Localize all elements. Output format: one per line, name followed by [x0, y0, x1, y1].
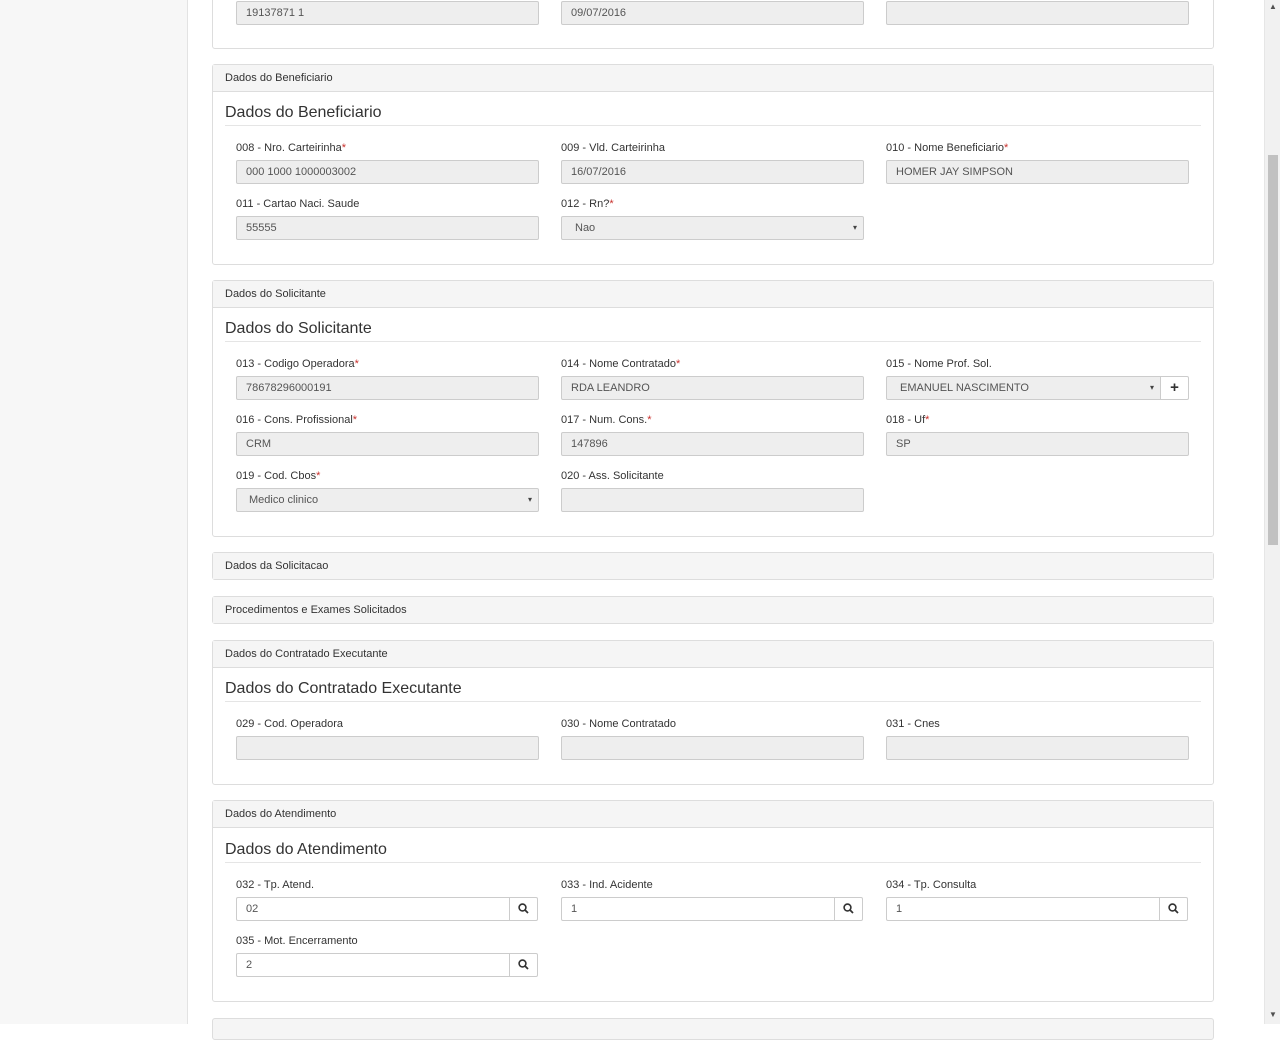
legend-atendimento: Dados do Atendimento	[225, 841, 1201, 863]
panel-next-partial	[212, 1018, 1214, 1040]
required-mark: *	[925, 414, 930, 426]
panel-heading-beneficiario[interactable]: Dados do Beneficiario	[213, 65, 1213, 92]
top-field-3[interactable]	[886, 1, 1189, 25]
label-rn: 012 - Rn?*	[561, 198, 614, 210]
label-validade: 009 - Vld. Carteirinha	[561, 142, 665, 154]
cbos-select-value: Medico clinico	[249, 494, 319, 506]
mot-encerramento-field[interactable]: 2	[236, 953, 510, 977]
plus-icon: +	[1170, 379, 1179, 396]
search-icon	[518, 959, 529, 970]
vertical-scrollbar[interactable]: ▲ ▼	[1264, 0, 1280, 1024]
panel-heading-solicitacao[interactable]: Dados da Solicitacao	[213, 553, 1213, 579]
label-cnes: 031 - Cnes	[886, 718, 940, 730]
label-carteirinha: 008 - Nro. Carteirinha*	[236, 142, 347, 154]
uf-field[interactable]: SP	[886, 432, 1189, 456]
panel-solicitacao: Dados da Solicitacao	[212, 552, 1214, 580]
cons-prof-field[interactable]: CRM	[236, 432, 539, 456]
label-tp-atend: 032 - Tp. Atend.	[236, 879, 315, 891]
label-uf: 018 - Uf*	[886, 414, 930, 426]
label-exec-nome-contratado: 030 - Nome Contratado	[561, 718, 676, 730]
legend-solicitante: Dados do Solicitante	[225, 320, 1201, 342]
prof-sol-select[interactable]: EMANUEL NASCIMENTO ▾	[886, 376, 1161, 400]
tp-atend-search-button[interactable]	[509, 897, 538, 921]
panel-heading-solicitante[interactable]: Dados do Solicitante	[213, 281, 1213, 308]
label-ass-solicitante: 020 - Ass. Solicitante	[561, 470, 664, 482]
panel-heading-atendimento[interactable]: Dados do Atendimento	[213, 801, 1213, 828]
cnes-field[interactable]	[886, 736, 1189, 760]
nome-beneficiario-field[interactable]: HOMER JAY SIMPSON	[886, 160, 1189, 184]
add-prof-sol-button[interactable]: +	[1160, 376, 1189, 400]
required-mark: *	[341, 142, 347, 154]
label-tp-consulta: 034 - Tp. Consulta	[886, 879, 977, 891]
label-nome-contratado: 014 - Nome Contratado*	[561, 358, 681, 370]
ass-solicitante-field[interactable]	[561, 488, 864, 512]
chevron-down-icon: ▾	[852, 223, 857, 232]
label-cons-prof: 016 - Cons. Profissional*	[236, 414, 358, 426]
sidebar	[0, 0, 188, 1024]
panel-procedimentos: Procedimentos e Exames Solicitados	[212, 596, 1214, 624]
scroll-up-icon[interactable]: ▲	[1265, 0, 1280, 14]
required-mark: *	[352, 414, 358, 426]
required-mark: *	[1004, 142, 1009, 154]
required-mark: *	[354, 358, 359, 370]
scrollbar-thumb[interactable]	[1268, 155, 1278, 545]
top-field-1[interactable]: 19137871 1	[236, 1, 539, 25]
tp-atend-field[interactable]: 02	[236, 897, 510, 921]
prof-sol-select-value: EMANUEL NASCIMENTO	[900, 382, 1029, 394]
nome-contratado-field[interactable]: RDA LEANDRO	[561, 376, 864, 400]
panel-heading-procedimentos[interactable]: Procedimentos e Exames Solicitados	[213, 597, 1213, 623]
carteirinha-field[interactable]: 000 1000 1000003002	[236, 160, 539, 184]
scroll-down-icon[interactable]: ▼	[1265, 1008, 1280, 1022]
chevron-down-icon: ▾	[1149, 383, 1154, 392]
exec-cod-operadora-field[interactable]	[236, 736, 539, 760]
search-icon	[518, 903, 529, 914]
panel-top-partial: 19137871 1 09/07/2016	[212, 0, 1214, 49]
label-ind-acidente: 033 - Ind. Acidente	[561, 879, 653, 891]
tp-consulta-field[interactable]: 1	[886, 897, 1160, 921]
ind-acidente-search-button[interactable]	[834, 897, 863, 921]
ind-acidente-field[interactable]: 1	[561, 897, 835, 921]
cod-operadora-field[interactable]: 78678296000191	[236, 376, 539, 400]
exec-nome-contratado-field[interactable]	[561, 736, 864, 760]
panel-executante: Dados do Contratado Executante Dados do …	[212, 640, 1214, 785]
num-cons-field[interactable]: 147896	[561, 432, 864, 456]
validade-field[interactable]: 16/07/2016	[561, 160, 864, 184]
cns-field[interactable]: 55555	[236, 216, 539, 240]
mot-encerramento-search-button[interactable]	[509, 953, 538, 977]
label-cbos: 019 - Cod. Cbos*	[236, 470, 321, 482]
label-prof-sol: 015 - Nome Prof. Sol.	[886, 358, 992, 370]
legend-beneficiario: Dados do Beneficiario	[225, 104, 1201, 126]
panel-beneficiario: Dados do Beneficiario Dados do Beneficia…	[212, 64, 1214, 265]
top-field-2[interactable]: 09/07/2016	[561, 1, 864, 25]
tp-consulta-search-button[interactable]	[1159, 897, 1188, 921]
chevron-down-icon: ▾	[527, 495, 532, 504]
rn-select[interactable]: Nao ▾	[561, 216, 864, 240]
search-icon	[1168, 903, 1179, 914]
panel-atendimento: Dados do Atendimento Dados do Atendiment…	[212, 800, 1214, 1002]
label-exec-cod-operadora: 029 - Cod. Operadora	[236, 718, 344, 730]
cbos-select[interactable]: Medico clinico ▾	[236, 488, 539, 512]
panel-heading-executante[interactable]: Dados do Contratado Executante	[213, 641, 1213, 668]
required-mark: *	[316, 470, 321, 482]
search-icon	[843, 903, 854, 914]
required-mark: *	[675, 358, 681, 370]
panel-solicitante: Dados do Solicitante Dados do Solicitant…	[212, 280, 1214, 537]
label-num-cons: 017 - Num. Cons.*	[561, 414, 652, 426]
rn-select-value: Nao	[575, 222, 596, 234]
label-nome-beneficiario: 010 - Nome Beneficiario*	[886, 142, 1009, 154]
legend-executante: Dados do Contratado Executante	[225, 680, 1201, 702]
label-cns: 011 - Cartao Naci. Saude	[236, 198, 360, 210]
required-mark: *	[647, 414, 652, 426]
label-mot-encerramento: 035 - Mot. Encerramento	[236, 935, 358, 947]
required-mark: *	[609, 198, 614, 210]
label-cod-operadora: 013 - Codigo Operadora*	[236, 358, 359, 370]
